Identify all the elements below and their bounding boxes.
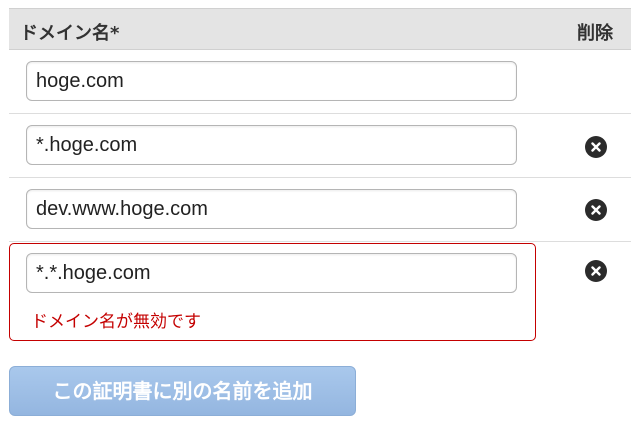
row-divider bbox=[9, 241, 631, 242]
domain-name-column-header: ドメイン名* bbox=[20, 23, 120, 44]
domain-name-input[interactable]: *.hoge.com bbox=[26, 125, 517, 165]
domain-name-input[interactable]: dev.www.hoge.com bbox=[26, 189, 517, 229]
domain-name-input[interactable]: hoge.com bbox=[26, 61, 517, 101]
delete-column-header: 削除 bbox=[577, 23, 613, 44]
domain-name-input[interactable]: *.*.hoge.com bbox=[26, 253, 517, 293]
row-divider bbox=[9, 177, 631, 178]
row-divider bbox=[9, 113, 631, 114]
add-another-name-button[interactable]: この証明書に別の名前を追加 bbox=[9, 366, 356, 416]
table-header: ドメイン名* 削除 bbox=[9, 8, 631, 50]
close-circle-icon[interactable] bbox=[585, 199, 607, 221]
close-circle-icon[interactable] bbox=[585, 260, 607, 282]
validation-error-message: ドメイン名が無効です bbox=[31, 312, 201, 332]
close-circle-icon[interactable] bbox=[585, 136, 607, 158]
